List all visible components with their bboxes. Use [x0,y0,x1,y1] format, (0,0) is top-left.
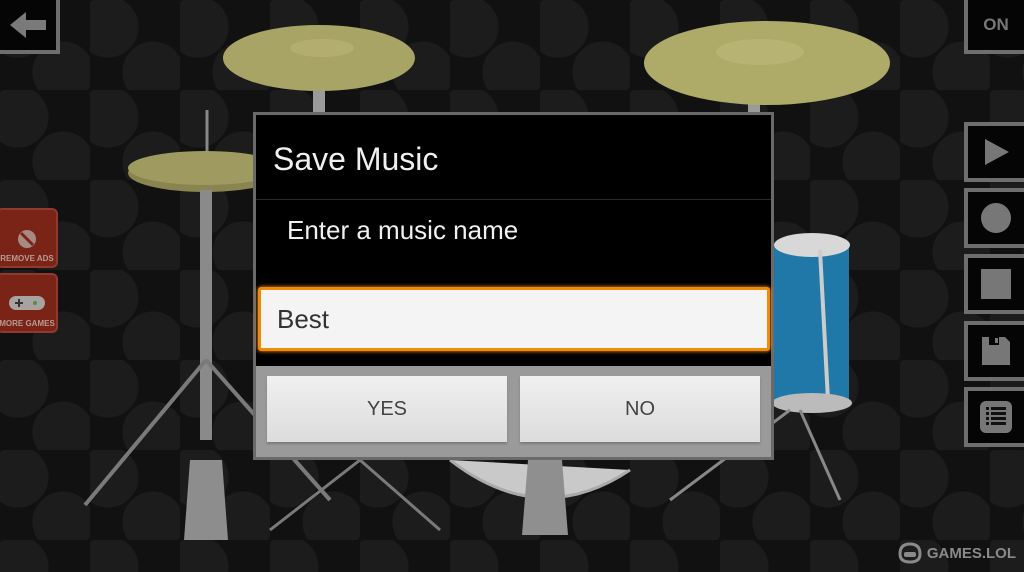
record-button[interactable] [964,188,1024,248]
bass-drum[interactable] [269,458,631,535]
watermark-text: GAMES.LOL [926,544,1016,562]
list-icon [980,401,1012,433]
dialog-button-bar: YES NO [256,366,771,457]
stop-button[interactable] [964,254,1024,314]
music-name-input[interactable] [258,287,770,351]
gamepad-icon [9,296,45,310]
stop-icon [981,269,1011,299]
power-toggle-button[interactable]: ON [964,0,1024,54]
play-button[interactable] [964,122,1024,182]
back-button[interactable] [0,0,60,54]
dialog-divider [256,199,771,200]
record-icon [981,203,1011,233]
list-button[interactable] [964,387,1024,447]
games-lol-logo-icon [898,542,922,564]
play-icon [985,139,1009,165]
dialog-title: Save Music [273,141,439,177]
watermark: GAMES.LOL [897,542,1016,564]
remove-ads-label: REMOVE ADS [0,254,54,263]
more-games-button[interactable]: MORE GAMES [0,273,58,333]
crash-cymbal-left[interactable] [223,25,415,120]
no-button[interactable]: NO [520,376,760,442]
remove-ads-button[interactable]: REMOVE ADS [0,208,58,268]
save-button[interactable] [964,321,1024,381]
save-music-dialog: Save Music Enter a music name YES NO [253,112,774,460]
more-games-label: MORE GAMES [0,319,55,328]
arrow-left-icon [10,12,46,38]
yes-button[interactable]: YES [267,376,507,442]
dialog-message: Enter a music name [287,215,519,245]
floppy-disk-icon [982,337,1010,365]
power-toggle-label: ON [983,15,1009,34]
no-ads-icon [18,230,36,248]
